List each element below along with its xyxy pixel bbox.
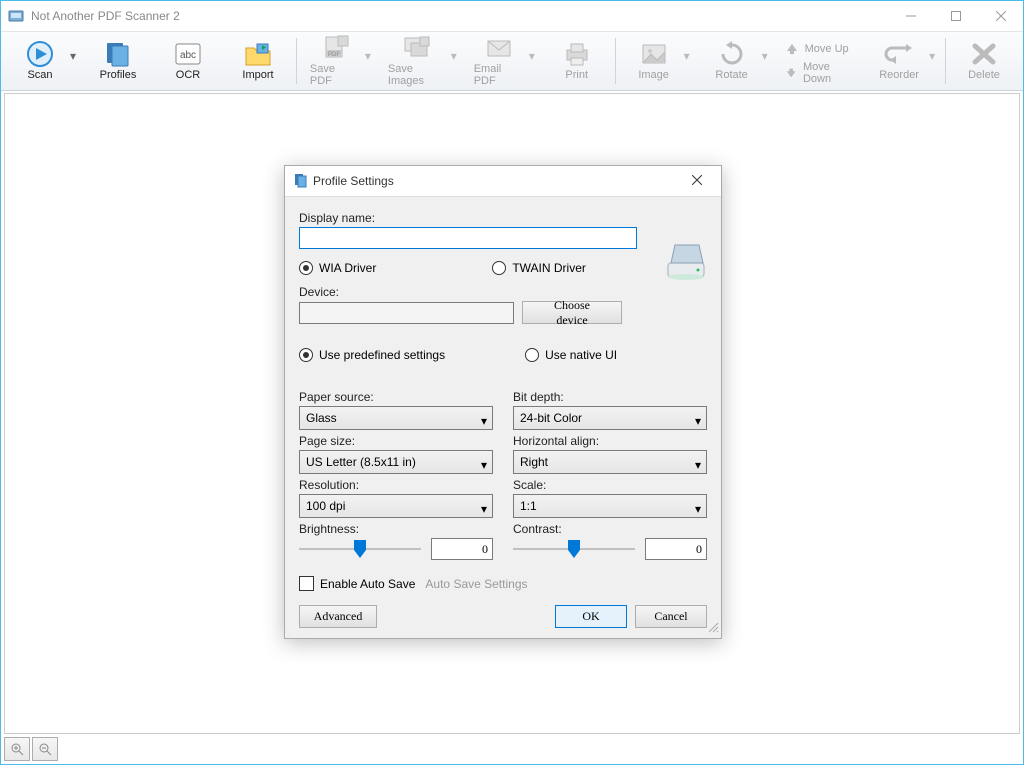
- dialog-close-button[interactable]: [681, 174, 713, 188]
- display-name-label: Display name:: [299, 211, 707, 225]
- paper-source-combo[interactable]: Glass▾: [299, 406, 493, 430]
- brightness-label: Brightness:: [299, 522, 493, 536]
- email-pdf-button[interactable]: Email PDF ▾: [465, 34, 541, 88]
- brightness-slider[interactable]: [299, 538, 421, 560]
- contrast-value[interactable]: [645, 538, 707, 560]
- device-input: [299, 302, 514, 324]
- native-ui-radio[interactable]: Use native UI: [525, 348, 617, 362]
- scale-combo[interactable]: 1:1▾: [513, 494, 707, 518]
- resize-grip-icon[interactable]: [707, 621, 719, 636]
- move-up-button[interactable]: Move Up: [781, 37, 859, 61]
- import-icon: [242, 40, 274, 68]
- page-size-label: Page size:: [299, 434, 493, 448]
- dialog-titlebar: Profile Settings: [285, 166, 721, 197]
- ok-button[interactable]: OK: [555, 605, 627, 628]
- rotate-icon: [716, 40, 748, 68]
- scale-label: Scale:: [513, 478, 707, 492]
- close-button[interactable]: [978, 2, 1023, 31]
- twain-driver-radio[interactable]: TWAIN Driver: [492, 261, 586, 275]
- rotate-button[interactable]: Rotate ▾: [698, 34, 774, 88]
- image-icon: [638, 40, 670, 68]
- scanner-icon: [665, 239, 707, 283]
- contrast-label: Contrast:: [513, 522, 707, 536]
- wia-driver-radio[interactable]: WIA Driver: [299, 261, 376, 275]
- dialog-title: Profile Settings: [313, 174, 394, 188]
- cancel-button[interactable]: Cancel: [635, 605, 707, 628]
- save-images-icon: [401, 34, 433, 62]
- auto-save-settings-link[interactable]: Auto Save Settings: [425, 577, 527, 591]
- chevron-down-icon: ▾: [481, 414, 487, 428]
- page-size-combo[interactable]: US Letter (8.5x11 in)▾: [299, 450, 493, 474]
- advanced-button[interactable]: Advanced: [299, 605, 377, 628]
- zoom-in-button[interactable]: [4, 737, 30, 761]
- chevron-down-icon[interactable]: ▾: [684, 49, 692, 63]
- brightness-value[interactable]: [431, 538, 493, 560]
- display-name-input[interactable]: [299, 227, 637, 249]
- chevron-down-icon[interactable]: ▾: [70, 49, 78, 63]
- scan-button[interactable]: Scan ▾: [6, 34, 82, 88]
- svg-text:PDF: PDF: [328, 52, 340, 58]
- delete-icon: [968, 40, 1000, 68]
- chevron-down-icon: ▾: [481, 502, 487, 516]
- print-icon: [561, 40, 593, 68]
- choose-device-button[interactable]: Choose device: [522, 301, 622, 324]
- zoom-out-button[interactable]: [32, 737, 58, 761]
- profiles-button[interactable]: Profiles: [84, 34, 152, 88]
- paper-source-label: Paper source:: [299, 390, 493, 404]
- horizontal-align-combo[interactable]: Right▾: [513, 450, 707, 474]
- toolbar: Scan ▾ Profiles abc OCR Import PDF Save …: [1, 32, 1023, 91]
- dialog-icon: [293, 172, 309, 191]
- save-images-button[interactable]: Save Images ▾: [379, 34, 463, 88]
- minimize-button[interactable]: [888, 2, 933, 31]
- chevron-down-icon: ▾: [695, 502, 701, 516]
- device-label: Device:: [299, 285, 707, 299]
- delete-button[interactable]: Delete: [950, 34, 1018, 88]
- chevron-down-icon[interactable]: ▾: [365, 49, 373, 63]
- profiles-icon: [102, 40, 134, 68]
- app-icon: [8, 8, 24, 24]
- zoom-controls: [4, 737, 58, 761]
- chevron-down-icon: ▾: [481, 458, 487, 472]
- email-pdf-icon: [483, 34, 515, 62]
- image-button[interactable]: Image ▾: [620, 34, 696, 88]
- svg-text:abc: abc: [180, 50, 196, 61]
- chevron-down-icon[interactable]: ▾: [762, 49, 770, 63]
- ocr-icon: abc: [172, 40, 204, 68]
- profile-settings-dialog: Profile Settings Display name: WIA Drive…: [284, 165, 722, 639]
- maximize-button[interactable]: [933, 2, 978, 31]
- chevron-down-icon: ▾: [695, 414, 701, 428]
- scan-icon: [24, 40, 56, 68]
- contrast-slider[interactable]: [513, 538, 635, 560]
- move-down-button[interactable]: Move Down: [781, 61, 859, 85]
- resolution-label: Resolution:: [299, 478, 493, 492]
- bit-depth-label: Bit depth:: [513, 390, 707, 404]
- reorder-button[interactable]: Reorder ▾: [865, 34, 941, 88]
- bit-depth-combo[interactable]: 24-bit Color▾: [513, 406, 707, 430]
- enable-auto-save-checkbox[interactable]: Enable Auto Save: [299, 576, 415, 591]
- import-button[interactable]: Import: [224, 34, 292, 88]
- save-pdf-icon: PDF: [319, 34, 351, 62]
- titlebar: Not Another PDF Scanner 2: [1, 1, 1023, 32]
- print-button[interactable]: Print: [543, 34, 611, 88]
- window-title: Not Another PDF Scanner 2: [31, 9, 180, 23]
- save-pdf-button[interactable]: PDF Save PDF ▾: [301, 34, 377, 88]
- chevron-down-icon: ▾: [695, 458, 701, 472]
- ocr-button[interactable]: abc OCR: [154, 34, 222, 88]
- chevron-down-icon[interactable]: ▾: [929, 49, 937, 63]
- chevron-down-icon[interactable]: ▾: [451, 49, 459, 63]
- main-window: Not Another PDF Scanner 2 Scan ▾ Profile…: [0, 0, 1024, 765]
- resolution-combo[interactable]: 100 dpi▾: [299, 494, 493, 518]
- move-group: Move Up Move Down: [781, 34, 859, 88]
- reorder-icon: [883, 40, 915, 68]
- predefined-settings-radio[interactable]: Use predefined settings: [299, 348, 445, 362]
- chevron-down-icon[interactable]: ▾: [529, 49, 537, 63]
- horizontal-align-label: Horizontal align:: [513, 434, 707, 448]
